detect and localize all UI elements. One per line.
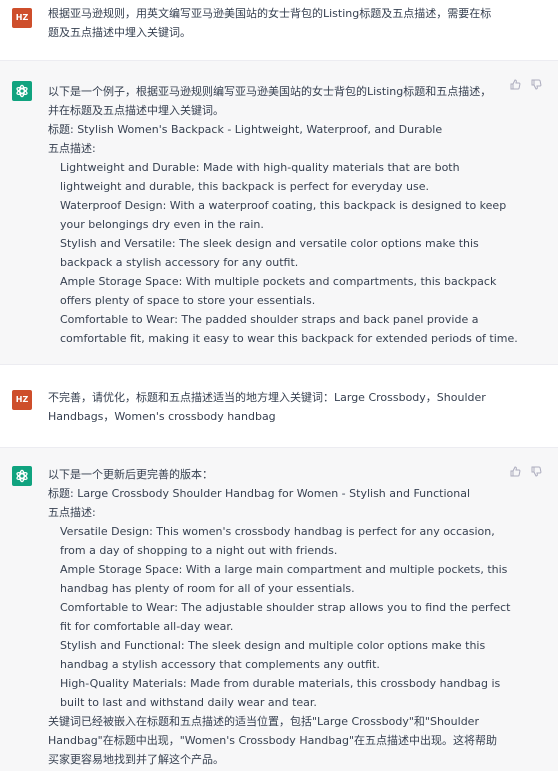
bullet-line: High-Quality Materials: Made from durabl… [60, 677, 501, 690]
bullet-line: handbag has plenty of room for all of yo… [60, 582, 355, 595]
bullet-line: Comfortable to Wear: The padded shoulder… [60, 313, 479, 326]
openai-logo-icon [16, 84, 28, 98]
openai-logo-icon [16, 469, 28, 483]
feedback-buttons [510, 79, 542, 90]
bullet-line: Ample Storage Space: With a large main c… [60, 563, 508, 576]
bullet-line: handbag a stylish accessory that complem… [60, 658, 380, 671]
assistant-message: 以下是一个更新后更完善的版本： 标题: Large Crossbody Shou… [0, 447, 558, 771]
message-text: 以下是一个更新后更完善的版本： 标题: Large Crossbody Shou… [48, 465, 511, 769]
bullet-line: fit for comfortable all-day wear. [60, 620, 234, 633]
assistant-avatar [12, 466, 32, 486]
title-line: 标题: Stylish Women's Backpack - Lightweig… [48, 123, 443, 136]
section-label: 五点描述: [48, 142, 96, 155]
thumbs-down-icon[interactable] [531, 466, 542, 477]
bullet-line: built to last and withstand daily wear a… [60, 696, 317, 709]
feedback-buttons [510, 466, 542, 477]
message-text: 以下是一个例子，根据亚马逊规则编写亚马逊美国站的女士背包的Listing标题和五… [48, 82, 518, 348]
text-line: 以下是一个更新后更完善的版本： [48, 468, 213, 481]
text-line: 根据亚马逊规则，用英文编写亚马逊美国站的女士背包的Listing标题及五点描述，… [48, 7, 492, 20]
thumbs-up-icon[interactable] [510, 466, 521, 477]
text-line: 题及五点描述中埋入关键词。 [48, 26, 191, 39]
bullet-line: Comfortable to Wear: The adjustable shou… [60, 601, 511, 614]
user-avatar: HZ [12, 8, 32, 28]
text-line: 不完善，请优化，标题和五点描述适当的地方埋入关键词：Large Crossbod… [48, 391, 486, 404]
message-text: 根据亚马逊规则，用英文编写亚马逊美国站的女士背包的Listing标题及五点描述，… [48, 4, 506, 42]
thumbs-up-icon[interactable] [510, 79, 521, 90]
bullet-line: comfortable fit, making it easy to wear … [60, 332, 518, 345]
bullet-line: Stylish and Functional: The sleek design… [60, 639, 486, 652]
bullet-line: Lightweight and Durable: Made with high-… [60, 161, 460, 174]
bullet-line: your belongings dry even in the rain. [60, 218, 264, 231]
assistant-message: 以下是一个例子，根据亚马逊规则编写亚马逊美国站的女士背包的Listing标题和五… [0, 60, 558, 365]
text-line: Handbags，Women's crossbody handbag [48, 410, 276, 423]
user-message: HZ 根据亚马逊规则，用英文编写亚马逊美国站的女士背包的Listing标题及五点… [0, 0, 558, 60]
message-text: 不完善，请优化，标题和五点描述适当的地方埋入关键词：Large Crossbod… [48, 388, 506, 426]
section-label: 五点描述: [48, 506, 96, 519]
text-line: 以下是一个例子，根据亚马逊规则编写亚马逊美国站的女士背包的Listing标题和五… [48, 85, 492, 98]
thumbs-down-icon[interactable] [531, 79, 542, 90]
text-line: 关键词已经被嵌入在标题和五点描述的适当位置，包括"Large Crossbody… [48, 715, 479, 728]
bullet-line: Versatile Design: This women's crossbody… [60, 525, 495, 538]
text-line: Handbag"在标题中出现，"Women's Crossbody Handba… [48, 734, 498, 747]
bullet-line: Stylish and Versatile: The sleek design … [60, 237, 479, 250]
text-line: 并在标题及五点描述中埋入关键词。 [48, 104, 224, 117]
user-avatar: HZ [12, 390, 32, 410]
bullet-line: Ample Storage Space: With multiple pocke… [60, 275, 497, 288]
assistant-avatar [12, 81, 32, 101]
text-line: 买家更容易地找到并了解这个产品。 [48, 753, 224, 766]
bullet-line: backpack a stylish accessory for any out… [60, 256, 299, 269]
user-message: HZ 不完善，请优化，标题和五点描述适当的地方埋入关键词：Large Cross… [0, 365, 558, 447]
bullet-line: offers plenty of space to store your ess… [60, 294, 316, 307]
bullet-line: from a day of shopping to a night out wi… [60, 544, 338, 557]
bullet-line: Waterproof Design: With a waterproof coa… [60, 199, 507, 212]
title-line: 标题: Large Crossbody Shoulder Handbag for… [48, 487, 471, 500]
bullet-line: lightweight and durable, this backpack i… [60, 180, 429, 193]
